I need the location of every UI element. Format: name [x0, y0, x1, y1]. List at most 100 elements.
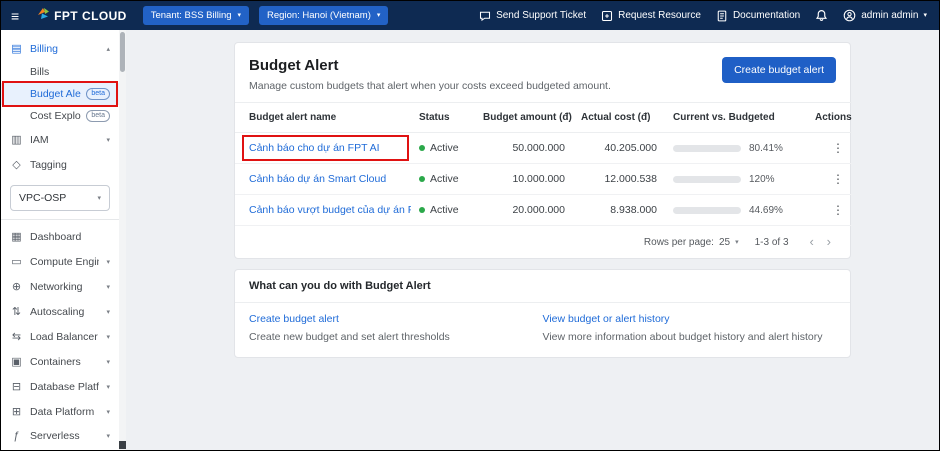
header-actual-cost: Actual cost (đ) — [573, 103, 665, 133]
sidebar-item-billing[interactable]: ▤ Billing ▴ — [1, 36, 119, 61]
chevron-up-icon: ▴ — [106, 45, 110, 53]
topbar-actions: Send Support Ticket Request Resource — [479, 9, 927, 22]
chevron-down-icon: ▾ — [238, 12, 242, 19]
chevron-down-icon: ▾ — [106, 408, 110, 416]
help-card: What can you do with Budget Alert Create… — [234, 269, 851, 358]
row-actions-kebab-icon[interactable]: ⋮ — [832, 141, 844, 155]
chevron-down-icon: ▾ — [106, 358, 110, 366]
vpc-selector-value: VPC-OSP — [19, 192, 66, 204]
sidebar-item-label: Serverless — [30, 430, 80, 442]
progress-bar — [673, 145, 741, 152]
budget-alert-name-link[interactable]: Cảnh báo dự án Smart Cloud — [249, 173, 386, 185]
send-support-ticket-link[interactable]: Send Support Ticket — [479, 10, 586, 22]
page-subtitle: Manage custom budgets that alert when yo… — [249, 80, 611, 92]
progress-bar — [673, 207, 741, 214]
sidebar-item-load-balancer[interactable]: ⇆ Load Balancer ▾ — [1, 324, 119, 349]
status-dot — [419, 207, 425, 213]
topbar: ≡ FPT CLOUD Tenant: BSS Billing ▾ Region… — [1, 1, 939, 30]
next-page-button[interactable]: › — [822, 234, 836, 249]
sidebar-divider — [1, 219, 119, 220]
rows-per-page-select[interactable]: Rows per page: 25 ▾ — [644, 237, 739, 248]
support-ticket-icon — [479, 10, 491, 22]
chevron-down-icon: ▾ — [377, 12, 381, 19]
user-menu[interactable]: admin admin ▾ — [843, 9, 927, 22]
help-card-title: What can you do with Budget Alert — [235, 270, 850, 303]
sidebar-item-database-platform[interactable]: ⊟ Database Platform ▾ — [1, 374, 119, 399]
sidebar-item-label: Networking — [30, 281, 83, 293]
sidebar-item-bills[interactable]: Bills — [1, 61, 119, 83]
view-budget-history-link[interactable]: View budget or alert history — [543, 313, 837, 325]
chevron-down-icon: ▾ — [106, 333, 110, 341]
fpt-cloud-logo: FPT CLOUD — [37, 7, 127, 25]
progress-percent-label: 80.41% — [749, 143, 783, 154]
sidebar-item-data-platform[interactable]: ⊞ Data Platform ▾ — [1, 399, 119, 424]
budget-alert-name-link[interactable]: Cảnh báo cho dự án FPT AI — [249, 142, 380, 154]
billing-icon: ▤ — [10, 42, 23, 55]
sidebar-item-label: Containers — [30, 356, 81, 368]
request-resource-link[interactable]: Request Resource — [601, 10, 701, 22]
sidebar-item-tagging[interactable]: ◇ Tagging — [1, 152, 119, 177]
status-label: Active — [430, 204, 459, 216]
documentation-label: Documentation — [733, 10, 800, 21]
vpc-selector[interactable]: VPC-OSP ▾ — [10, 185, 110, 211]
sidebar-item-ai-platform[interactable]: ◈ AI Platform ▾ — [1, 448, 119, 450]
sidebar-item-label: Data Platform — [30, 406, 94, 418]
sidebar-item-cost-explorer[interactable]: Cost Explorer beta — [1, 105, 119, 127]
tenant-selector-label: Tenant: BSS Billing — [151, 10, 232, 21]
sidebar-item-autoscaling[interactable]: ⇅ Autoscaling ▾ — [1, 299, 119, 324]
sidebar-item-networking[interactable]: ⊕ Networking ▾ — [1, 274, 119, 299]
logo-text-cloud: CLOUD — [82, 9, 127, 23]
sidebar-item-containers[interactable]: ▣ Containers ▾ — [1, 349, 119, 374]
row-actions-kebab-icon[interactable]: ⋮ — [832, 203, 844, 217]
rows-per-page-label: Rows per page: — [644, 237, 714, 248]
sidebar-scrollbar[interactable] — [119, 30, 126, 450]
header-actions: Actions — [807, 103, 852, 133]
progress-percent-label: 120% — [749, 174, 775, 185]
documentation-icon — [716, 10, 728, 22]
create-budget-alert-link[interactable]: Create budget alert — [249, 313, 543, 325]
create-budget-alert-button[interactable]: Create budget alert — [722, 57, 836, 83]
region-selector[interactable]: Region: Hanoi (Vietnam) ▾ — [259, 6, 388, 25]
budget-alert-name-link[interactable]: Cảnh báo vượt budget của dự án FCI — [249, 204, 411, 216]
sidebar-item-compute-engine[interactable]: ▭ Compute Engine ▾ — [1, 249, 119, 274]
request-resource-icon — [601, 10, 613, 22]
budget-amount-value: 10.000.000 — [475, 164, 573, 195]
chevron-down-icon: ▾ — [923, 12, 927, 19]
chevron-down-icon: ▾ — [106, 258, 110, 266]
dashboard-icon: ▦ — [10, 230, 23, 243]
page-title: Budget Alert — [249, 57, 611, 74]
table-header-row: Budget alert name Status Budget amount (… — [235, 103, 852, 133]
sidebar-item-iam[interactable]: ▥ IAM ▾ — [1, 127, 119, 152]
header-budget-amount: Budget amount (đ) — [475, 103, 573, 133]
status-dot — [419, 176, 425, 182]
budget-amount-value: 50.000.000 — [475, 133, 573, 164]
progress-bar — [673, 176, 741, 183]
sidebar-item-serverless[interactable]: ƒ Serverless ▾ — [1, 424, 119, 448]
actual-cost-value: 8.938.000 — [573, 195, 665, 226]
previous-page-button[interactable]: ‹ — [805, 234, 819, 249]
row-actions-kebab-icon[interactable]: ⋮ — [832, 172, 844, 186]
menu-icon[interactable]: ≡ — [11, 9, 19, 23]
status-dot — [419, 145, 425, 151]
sidebar-item-label: Cost Explorer — [30, 110, 81, 122]
documentation-link[interactable]: Documentation — [716, 10, 800, 22]
chevron-down-icon: ▾ — [106, 432, 110, 440]
iam-icon: ▥ — [10, 133, 23, 146]
user-name-label: admin admin — [861, 10, 918, 21]
database-icon: ⊟ — [10, 380, 23, 393]
chevron-down-icon: ▾ — [106, 308, 110, 316]
region-selector-label: Region: Hanoi (Vietnam) — [267, 10, 371, 21]
scrollbar-thumb[interactable] — [120, 32, 125, 72]
autoscaling-icon: ⇅ — [10, 305, 23, 318]
containers-icon: ▣ — [10, 355, 23, 368]
tenant-selector[interactable]: Tenant: BSS Billing ▾ — [143, 6, 249, 25]
fpt-logo-mark-icon — [37, 7, 50, 25]
compute-engine-icon: ▭ — [10, 255, 23, 268]
notifications-bell-icon[interactable] — [815, 9, 828, 22]
scrollbar-endcap — [119, 441, 126, 449]
sidebar-item-budget-alert[interactable]: Budget Alert beta — [1, 83, 119, 105]
sidebar-item-label: Database Platform — [30, 381, 99, 393]
budget-amount-value: 20.000.000 — [475, 195, 573, 226]
sidebar-item-label: Dashboard — [30, 231, 81, 243]
sidebar-item-dashboard[interactable]: ▦ Dashboard — [1, 224, 119, 249]
